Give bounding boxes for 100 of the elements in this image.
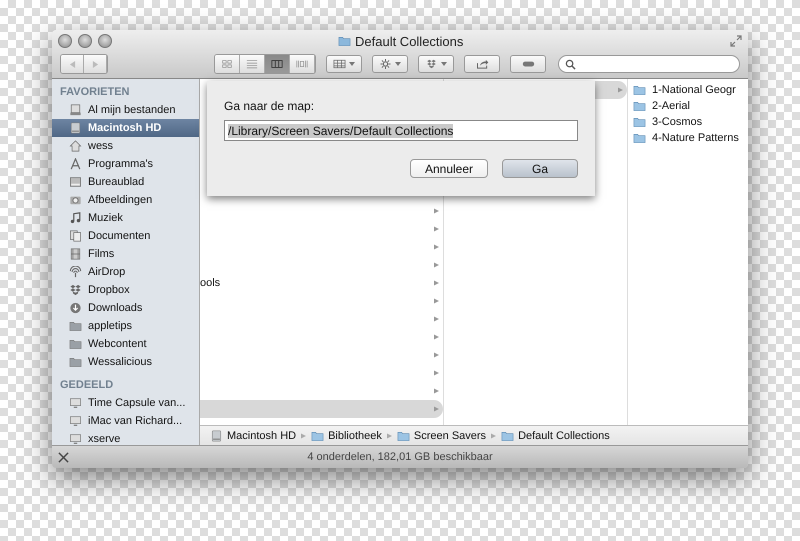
back-button[interactable] bbox=[61, 55, 84, 73]
disclosure-arrow-icon bbox=[434, 208, 439, 214]
caret-icon bbox=[441, 62, 447, 66]
caret-icon bbox=[395, 62, 401, 66]
sidebar-item[interactable]: Muziek bbox=[52, 209, 199, 227]
window-title: Default Collections bbox=[355, 34, 464, 48]
monitor-icon bbox=[69, 397, 82, 409]
forward-button[interactable] bbox=[84, 55, 107, 73]
sidebar-item[interactable]: xserve bbox=[52, 430, 199, 445]
back-arrow-icon bbox=[68, 60, 76, 68]
folder-icon bbox=[633, 132, 646, 144]
sidebar-item[interactable]: wess bbox=[52, 137, 199, 155]
sidebar-item[interactable]: Webcontent bbox=[52, 335, 199, 353]
sidebar-item[interactable]: Time Capsule van... bbox=[52, 394, 199, 412]
folder-icon bbox=[396, 430, 410, 442]
folder-icon bbox=[633, 84, 646, 96]
sidebar-item[interactable]: AirDrop bbox=[52, 263, 199, 281]
path-item[interactable]: Screen Savers bbox=[396, 430, 486, 442]
folder-item[interactable]: 1-National Geogr bbox=[628, 82, 748, 98]
cabinet-icon bbox=[69, 104, 82, 116]
sidebar-item[interactable]: Films bbox=[52, 245, 199, 263]
disclosure-arrow-icon bbox=[618, 87, 623, 93]
sidebar-item[interactable]: Wessalicious bbox=[52, 353, 199, 371]
toggle-button[interactable] bbox=[510, 55, 546, 73]
zoom-button[interactable] bbox=[98, 34, 112, 48]
caret-icon bbox=[349, 62, 355, 66]
sidebar-item[interactable]: Afbeeldingen bbox=[52, 191, 199, 209]
drive-icon bbox=[210, 430, 223, 442]
columns-icon bbox=[271, 59, 283, 69]
monitor-icon bbox=[69, 433, 82, 445]
minimize-button[interactable] bbox=[78, 34, 92, 48]
dropbox-icon bbox=[425, 59, 438, 69]
compass-letter-icon bbox=[69, 158, 82, 170]
path-input-field[interactable]: /Library/Screen Savers/Default Collections bbox=[224, 120, 578, 141]
view-button[interactable] bbox=[265, 55, 290, 73]
folder-icon bbox=[633, 116, 646, 128]
folder-icon bbox=[69, 320, 82, 332]
disclosure-arrow-icon bbox=[434, 298, 439, 304]
sidebar-item[interactable]: appletips bbox=[52, 317, 199, 335]
search-icon bbox=[565, 58, 576, 70]
sidebar-item[interactable]: Documenten bbox=[52, 227, 199, 245]
section-heading: FAVORIETEN bbox=[59, 85, 130, 100]
disclosure-arrow-icon bbox=[434, 370, 439, 376]
folder-icon bbox=[501, 430, 514, 442]
sidebar-item[interactable]: Bureaublad bbox=[52, 173, 199, 191]
desktop-icon bbox=[69, 176, 82, 188]
sidebar-item[interactable]: Macintosh HD bbox=[52, 119, 199, 137]
path-item[interactable]: Bibliotheek bbox=[311, 430, 382, 442]
separator-arrow-icon bbox=[301, 432, 306, 438]
path-item[interactable]: Macintosh HD bbox=[210, 430, 296, 442]
dropbox-button[interactable] bbox=[418, 55, 454, 73]
view-button[interactable] bbox=[215, 55, 240, 73]
search-field[interactable] bbox=[558, 55, 740, 73]
close-button[interactable] bbox=[58, 34, 72, 48]
dropbox-icon bbox=[69, 284, 82, 296]
disclosure-arrow-icon bbox=[434, 334, 439, 340]
toggle-icon bbox=[522, 59, 534, 69]
folder-icon bbox=[69, 338, 82, 350]
sidebar-item[interactable]: Downloads bbox=[52, 299, 199, 317]
file-name: ools bbox=[200, 277, 220, 289]
monitor-icon bbox=[69, 415, 82, 427]
cover-flow-icon bbox=[296, 59, 308, 69]
arrange-button[interactable] bbox=[326, 55, 362, 73]
folder-item[interactable]: 2-Aerial bbox=[628, 98, 748, 114]
list-icon bbox=[246, 59, 258, 69]
dialog-button[interactable]: Annuleer bbox=[410, 159, 488, 178]
view-button[interactable] bbox=[240, 55, 265, 73]
sheet-label: Ga naar de map: bbox=[224, 99, 316, 113]
download-icon bbox=[69, 302, 82, 314]
folder-icon bbox=[633, 100, 646, 112]
film-icon bbox=[69, 248, 82, 260]
table-grid-icon bbox=[333, 59, 346, 69]
fullscreen-icon[interactable] bbox=[730, 35, 742, 47]
disclosure-arrow-icon bbox=[434, 244, 439, 250]
sidebar-item[interactable]: iMac van Richard... bbox=[52, 412, 199, 430]
separator-arrow-icon bbox=[386, 432, 392, 438]
share-button[interactable] bbox=[464, 55, 500, 73]
disclosure-arrow-icon bbox=[434, 388, 439, 394]
disclosure-arrow-icon bbox=[434, 226, 439, 232]
house-icon bbox=[69, 140, 82, 152]
status-text: 4 onderdelen, 182,01 GB beschikbaar bbox=[307, 451, 493, 463]
folder-item[interactable]: 4-Nature Patterns bbox=[628, 130, 748, 146]
sidebar-item[interactable]: Programma's bbox=[52, 155, 199, 173]
disclosure-arrow-icon bbox=[434, 352, 439, 358]
action-button[interactable] bbox=[372, 55, 408, 73]
camera-icon bbox=[69, 194, 82, 206]
dialog-button[interactable]: Ga bbox=[502, 159, 578, 178]
path-item[interactable]: Default Collections bbox=[501, 430, 610, 442]
sidebar-item[interactable]: Dropbox bbox=[52, 281, 199, 299]
gear-icon bbox=[379, 59, 392, 69]
folder-item[interactable]: 3-Cosmos bbox=[628, 114, 748, 130]
separator-arrow-icon bbox=[491, 432, 496, 438]
disclosure-arrow-icon bbox=[434, 406, 439, 412]
share-icon bbox=[476, 59, 488, 69]
tools-icon[interactable] bbox=[58, 452, 69, 462]
grid-icon bbox=[221, 59, 233, 69]
sidebar-item[interactable]: Al mijn bestanden bbox=[52, 101, 199, 119]
drive-icon bbox=[69, 122, 82, 134]
forward-arrow-icon bbox=[92, 60, 98, 68]
view-button[interactable] bbox=[290, 55, 315, 73]
